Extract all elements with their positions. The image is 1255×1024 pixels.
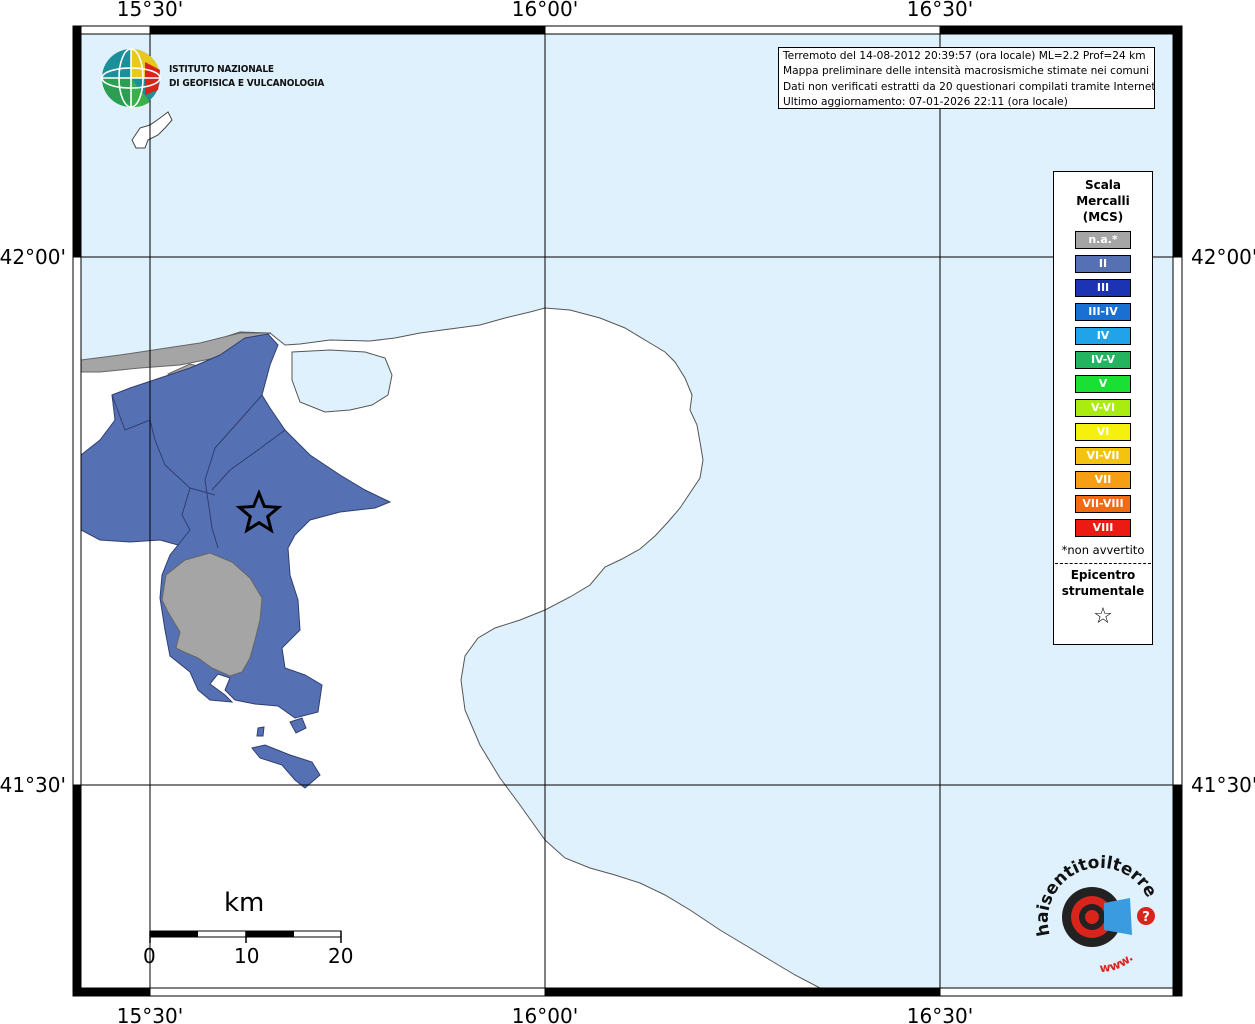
legend-item: V-VI <box>1075 399 1131 417</box>
legend-title-line2: Mercalli <box>1076 194 1130 208</box>
legend-item: n.a.* <box>1075 231 1131 249</box>
intensity-island-3 <box>256 726 265 737</box>
legend-note: *non avvertito <box>1061 543 1145 557</box>
legend-item: VII <box>1075 471 1131 489</box>
scale-unit: km <box>224 888 265 918</box>
legend-epicenter-line1: Epicentro <box>1070 568 1136 582</box>
legend-item: III-IV <box>1075 303 1131 321</box>
mercalli-legend: Scala Mercalli (MCS) n.a.* II III III-IV IV I… <box>1053 171 1153 645</box>
legend-star-icon: ☆ <box>1093 604 1113 629</box>
legend-item: II <box>1075 255 1131 273</box>
legend-separator <box>1055 563 1151 564</box>
earthquake-info-box: Terremoto del 14-08-2012 20:39:57 (ora l… <box>778 47 1155 109</box>
legend-item: IV-V <box>1075 351 1131 369</box>
legend-items: n.a.* II III III-IV IV IV-V V V-VI VI VI-VII VII VI… <box>1054 231 1152 537</box>
legend-title-line3: (MCS) <box>1082 210 1124 224</box>
right-label-1: 42°00' <box>1191 245 1255 269</box>
top-label-3: 16°30' <box>907 0 973 21</box>
scale-tick-0: 0 <box>143 944 156 968</box>
ingv-name-line1: ISTITUTO NAZIONALE <box>169 64 274 75</box>
legend-title: Scala Mercalli (MCS) <box>1054 177 1152 225</box>
right-label-2: 41°30' <box>1191 773 1255 797</box>
top-label-2: 16°00' <box>512 0 578 21</box>
info-line-1: Terremoto del 14-08-2012 20:39:57 (ora l… <box>783 50 1146 62</box>
ingv-name-line2: DI GEOFISICA E VULCANOLOGIA <box>169 78 325 89</box>
info-line-3: Dati non verificati estratti da 20 quest… <box>783 80 1155 93</box>
info-line-4: Ultimo aggiornamento: 07-01-2026 22:11 (… <box>783 95 1068 108</box>
legend-item: VIII <box>1075 519 1131 537</box>
legend-item: III <box>1075 279 1131 297</box>
legend-epicenter-label: Epicentro strumentale <box>1054 567 1152 599</box>
legend-title-line1: Scala <box>1084 178 1122 192</box>
left-label-1: 42°00' <box>0 245 66 269</box>
legend-item: V <box>1075 375 1131 393</box>
ingv-globe-icon <box>101 48 161 108</box>
bottom-label-3: 16°30' <box>907 1004 973 1024</box>
legend-item: VI-VII <box>1075 447 1131 465</box>
bottom-label-1: 15°30' <box>117 1004 183 1024</box>
scale-tick-20: 20 <box>328 944 354 968</box>
hsit-question-mark: ? <box>1142 910 1150 925</box>
left-label-2: 41°30' <box>0 773 66 797</box>
legend-item: VII-VIII <box>1075 495 1131 513</box>
info-line-2: Mappa preliminare delle intensità macros… <box>783 65 1150 78</box>
top-label-1: 15°30' <box>117 0 183 21</box>
legend-item: IV <box>1075 327 1131 345</box>
bottom-label-2: 16°00' <box>512 1004 578 1024</box>
legend-epicenter-line2: strumentale <box>1061 584 1145 598</box>
scale-tick-10: 10 <box>234 944 260 968</box>
ingv-name: ISTITUTO NAZIONALE DI GEOFISICA E VULCAN… <box>169 63 324 91</box>
legend-item: VI <box>1075 423 1131 441</box>
